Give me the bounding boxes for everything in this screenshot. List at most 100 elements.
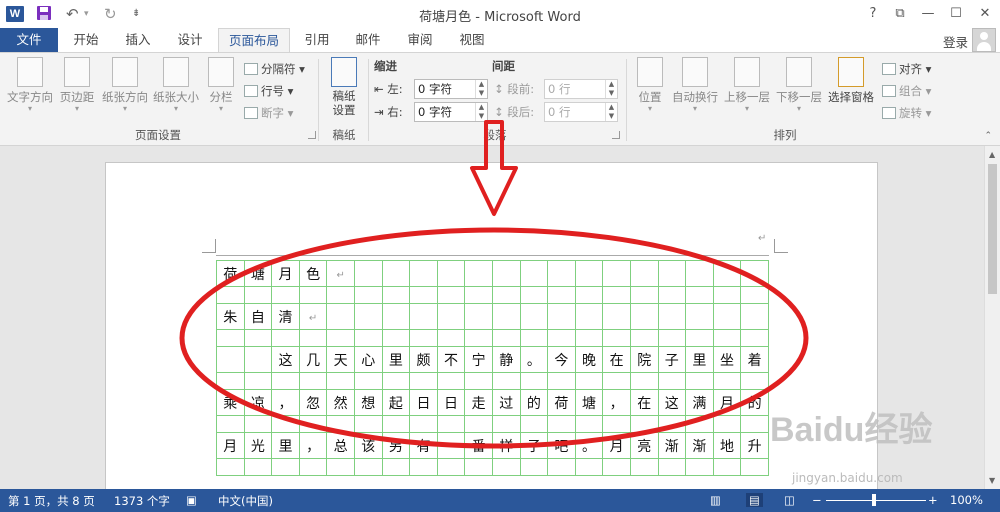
grid-cell[interactable]: ↵ — [326, 260, 355, 287]
grid-cell[interactable]: 月 — [216, 432, 245, 459]
grid-cell[interactable] — [491, 303, 521, 330]
undo-icon[interactable]: ↶ — [66, 5, 79, 23]
grid-cell[interactable] — [574, 260, 604, 287]
grid-cell[interactable]: 在 — [602, 346, 631, 373]
indent-left-input[interactable]: 0 字符 ▲ ▼ — [414, 79, 488, 99]
grid-cell[interactable]: 月 — [271, 260, 300, 287]
columns-button[interactable]: 分栏 ▾ — [204, 57, 238, 113]
grid-cell[interactable]: 然 — [326, 389, 355, 416]
grid-cell[interactable] — [464, 303, 493, 330]
grid-cell[interactable]: 子 — [519, 432, 549, 459]
selection-pane-button[interactable]: 选择窗格 — [826, 57, 876, 105]
bring-forward-button[interactable]: 上移一层 ▾ — [722, 57, 772, 113]
page-setup-launcher-icon[interactable] — [308, 131, 316, 139]
grid-cell[interactable]: 着 — [740, 346, 769, 373]
zoom-out-button[interactable]: − — [812, 493, 822, 507]
proofing-icon[interactable]: ▣ — [186, 493, 197, 507]
tab-insert[interactable]: 插入 — [114, 28, 162, 52]
grid-cell[interactable]: 总 — [326, 432, 355, 459]
help-button[interactable]: ? — [862, 4, 884, 24]
grid-cell[interactable]: 升 — [740, 432, 769, 459]
grid-cell[interactable]: ↵ — [298, 303, 328, 330]
grid-cell[interactable]: 里 — [381, 346, 411, 373]
grid-cell[interactable] — [519, 303, 549, 330]
grid-cell[interactable]: 想 — [353, 389, 383, 416]
grid-cell[interactable]: 光 — [243, 432, 273, 459]
grid-cell[interactable]: 几 — [298, 346, 328, 373]
breaks-button[interactable]: 分隔符 ▾ — [244, 61, 305, 77]
grid-cell[interactable] — [326, 303, 355, 330]
grid-cell[interactable]: ， — [298, 432, 328, 459]
spacing-after-input[interactable]: 0 行 ▲ ▼ — [544, 102, 618, 122]
tab-page-layout[interactable]: 页面布局 — [218, 28, 290, 53]
grid-cell[interactable]: 吧 — [547, 432, 576, 459]
grid-cell[interactable]: 子 — [657, 346, 687, 373]
ribbon-display-options-button[interactable]: ⧉ — [889, 4, 911, 24]
grid-cell[interactable]: 今 — [547, 346, 576, 373]
grid-cell[interactable]: 里 — [685, 346, 714, 373]
zoom-slider[interactable] — [826, 500, 926, 501]
grid-cell[interactable]: 清 — [271, 303, 300, 330]
word-logo-icon[interactable]: W — [6, 6, 24, 22]
grid-cell[interactable] — [547, 303, 576, 330]
grid-cell[interactable] — [602, 260, 631, 287]
undo-dropdown-icon[interactable]: ▾ — [84, 5, 89, 23]
margins-button[interactable]: 页边距 ▾ — [58, 57, 96, 113]
tab-file[interactable]: 文件 — [0, 28, 58, 52]
language-indicator[interactable]: 中文(中国) — [218, 493, 273, 509]
grid-cell[interactable]: 色 — [298, 260, 328, 287]
grid-cell[interactable]: 的 — [519, 389, 549, 416]
grid-cell[interactable]: 朱 — [216, 303, 245, 330]
grid-cell[interactable]: 满 — [685, 389, 714, 416]
grid-cell[interactable]: 颇 — [409, 346, 438, 373]
grid-cell[interactable]: 过 — [491, 389, 521, 416]
close-button[interactable]: ✕ — [974, 4, 996, 24]
wrap-text-button[interactable]: 自动换行 ▾ — [670, 57, 720, 113]
grid-cell[interactable]: 在 — [629, 389, 659, 416]
zoom-in-button[interactable]: + — [928, 493, 938, 507]
grid-cell[interactable]: 日 — [409, 389, 438, 416]
grid-cell[interactable]: 忽 — [298, 389, 328, 416]
text-direction-button[interactable]: 文字方向 ▾ — [4, 57, 56, 113]
grid-cell[interactable] — [547, 260, 576, 287]
read-mode-icon[interactable]: ▥ — [710, 493, 721, 507]
grid-cell[interactable] — [409, 303, 438, 330]
grid-cell[interactable]: 宁 — [464, 346, 493, 373]
hyphenation-button[interactable]: 断字 ▾ — [244, 105, 293, 121]
zoom-slider-thumb[interactable] — [872, 494, 876, 506]
grid-cell[interactable]: 的 — [740, 389, 769, 416]
grid-cell[interactable] — [602, 303, 631, 330]
avatar[interactable] — [972, 28, 996, 52]
grid-cell[interactable]: 另 — [381, 432, 411, 459]
grid-cell[interactable]: 塘 — [574, 389, 604, 416]
grid-cell[interactable] — [712, 303, 742, 330]
grid-cell[interactable]: 起 — [381, 389, 411, 416]
grid-cell[interactable]: 塘 — [243, 260, 273, 287]
grid-cell[interactable] — [685, 260, 714, 287]
grid-cell[interactable]: 心 — [353, 346, 383, 373]
rotate-button[interactable]: 旋转 ▾ — [882, 105, 931, 121]
grid-cell[interactable] — [381, 260, 411, 287]
grid-cell[interactable]: 亮 — [629, 432, 659, 459]
print-layout-icon[interactable]: ▤ — [746, 493, 763, 507]
align-button[interactable]: 对齐 ▾ — [882, 61, 931, 77]
maximize-button[interactable]: ☐ — [945, 4, 967, 24]
grid-cell[interactable] — [381, 303, 411, 330]
grid-cell[interactable]: 渐 — [657, 432, 687, 459]
grid-cell[interactable]: 荷 — [547, 389, 576, 416]
grid-cell[interactable]: 里 — [271, 432, 300, 459]
grid-cell[interactable] — [629, 260, 659, 287]
sign-in-link[interactable]: 登录 — [943, 32, 968, 51]
vertical-scrollbar[interactable]: ▲ ▼ — [984, 146, 1000, 489]
grid-cell[interactable]: 天 — [326, 346, 355, 373]
customize-qat-icon[interactable]: ⇟ — [132, 5, 140, 23]
redo-icon[interactable]: ↻ — [104, 5, 117, 23]
grid-cell[interactable]: 坐 — [712, 346, 742, 373]
zoom-level[interactable]: 100% — [950, 493, 983, 507]
grid-cell[interactable]: 一 — [436, 432, 466, 459]
tab-home[interactable]: 开始 — [62, 28, 110, 52]
grid-cell[interactable] — [657, 260, 687, 287]
collapse-ribbon-icon[interactable]: ⌃ — [984, 131, 992, 141]
grid-cell[interactable]: 这 — [271, 346, 300, 373]
grid-cell[interactable] — [685, 303, 714, 330]
